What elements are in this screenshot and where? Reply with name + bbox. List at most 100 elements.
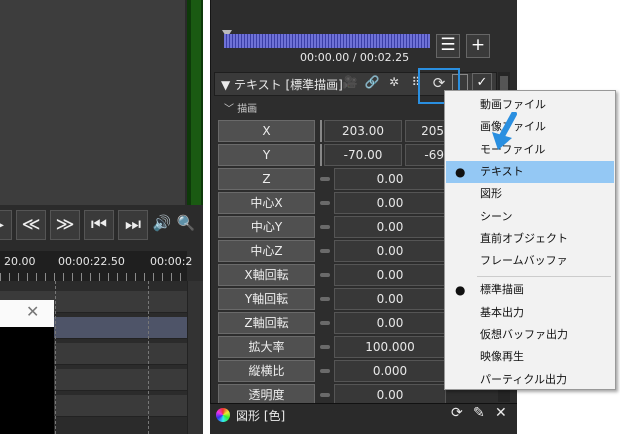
menu-check-bullet: ● bbox=[455, 283, 466, 298]
menu-item[interactable]: 直前オブジェクト bbox=[446, 228, 614, 250]
param-slider-handle[interactable] bbox=[320, 321, 330, 325]
seek-bar[interactable] bbox=[224, 34, 430, 48]
menu-separator bbox=[477, 276, 611, 277]
rewind-button[interactable]: ≪ bbox=[16, 210, 46, 240]
menu-item-label: 映像再生 bbox=[480, 350, 524, 364]
video-preview-area bbox=[0, 0, 187, 205]
param-slider-handle[interactable] bbox=[320, 393, 330, 397]
camera-icon[interactable]: 🎥 bbox=[342, 75, 358, 89]
floating-window: ✕ bbox=[0, 300, 54, 327]
menu-item[interactable]: 図形 bbox=[446, 183, 614, 205]
menu-item[interactable]: シーン bbox=[446, 206, 614, 228]
param-track-marker bbox=[320, 144, 322, 166]
param-slider-handle[interactable] bbox=[320, 369, 330, 373]
ruler-tick-label: 20.00 bbox=[4, 255, 36, 268]
param-label[interactable]: 中心Y bbox=[218, 216, 315, 238]
param-value[interactable]: 0.00 bbox=[334, 168, 446, 190]
add-button[interactable]: + bbox=[466, 34, 490, 58]
menu-item-label: 図形 bbox=[480, 187, 502, 201]
param-value[interactable]: 0.00 bbox=[334, 264, 446, 286]
timeline-scrollbar[interactable] bbox=[187, 281, 203, 434]
param-label[interactable]: Y bbox=[218, 144, 315, 166]
color-wheel-icon bbox=[216, 408, 230, 422]
param-track-marker bbox=[320, 120, 322, 142]
param-value[interactable]: 0.000 bbox=[334, 360, 446, 382]
light-icon[interactable]: ✲ bbox=[386, 75, 402, 89]
zoom-button[interactable]: 🔍 bbox=[174, 210, 198, 240]
fast-forward-button[interactable]: ≫ bbox=[50, 210, 80, 240]
param-label[interactable]: X軸回転 bbox=[218, 264, 315, 286]
menu-item-label: シーン bbox=[480, 209, 513, 223]
zoom-icon: 🔍 bbox=[176, 214, 196, 232]
param-slider-handle[interactable] bbox=[320, 297, 330, 301]
param-slider-handle[interactable] bbox=[320, 249, 330, 253]
menu-item[interactable]: ● 標準描画 bbox=[446, 279, 614, 301]
menu-item[interactable]: 仮想バッファ出力 bbox=[446, 324, 614, 346]
param-slider-handle[interactable] bbox=[320, 273, 330, 277]
menu-item[interactable]: モーファイル bbox=[446, 139, 614, 161]
volume-icon: 🔊 bbox=[152, 214, 172, 232]
filter-title[interactable]: 図形 [色] bbox=[236, 407, 285, 424]
fast-forward-icon: ≫ bbox=[55, 214, 75, 235]
param-slider-handle[interactable] bbox=[320, 201, 330, 205]
rewind-icon: ≪ bbox=[21, 214, 41, 235]
refresh-icon[interactable]: ⟳ bbox=[451, 405, 463, 421]
menu-item[interactable]: 基本出力 bbox=[446, 302, 614, 324]
param-slider-handle[interactable] bbox=[320, 177, 330, 181]
play-button[interactable]: ▶ bbox=[0, 210, 12, 240]
param-start-value[interactable]: -70.00 bbox=[324, 144, 402, 166]
close-icon[interactable]: ✕ bbox=[495, 405, 507, 421]
ruler-tick-label: 00:00:22.50 bbox=[58, 255, 125, 268]
param-label[interactable]: 拡大率 bbox=[218, 336, 315, 358]
param-slider-handle[interactable] bbox=[320, 345, 330, 349]
param-value[interactable]: 0.00 bbox=[334, 216, 446, 238]
param-label[interactable]: Z bbox=[218, 168, 315, 190]
param-label[interactable]: 縦横比 bbox=[218, 360, 315, 382]
list-button[interactable]: ☰ bbox=[436, 34, 460, 58]
menu-item-label: パーティクル出力 bbox=[480, 372, 568, 386]
param-end-value[interactable]: 205 bbox=[405, 120, 447, 142]
plus-icon: + bbox=[470, 35, 486, 55]
volume-button[interactable]: 🔊 bbox=[150, 210, 174, 240]
menu-check-bullet: ● bbox=[455, 164, 466, 179]
menu-item[interactable]: ● テキスト bbox=[446, 160, 614, 183]
go-to-start-button[interactable]: ⏮ bbox=[84, 210, 114, 240]
menu-item-label: フレームバッファ bbox=[480, 254, 568, 268]
eyedropper-icon[interactable]: ✎ bbox=[473, 405, 485, 421]
playback-time: 00:00.00 / 00:02.25 bbox=[300, 51, 410, 64]
param-label[interactable]: Z軸回転 bbox=[218, 312, 315, 334]
param-end-value[interactable]: -69 bbox=[405, 144, 447, 166]
menu-item-label: 仮想バッファ出力 bbox=[480, 328, 568, 341]
param-value[interactable]: 0.00 bbox=[334, 288, 446, 310]
param-label[interactable]: 中心Z bbox=[218, 240, 315, 262]
menu-item[interactable]: 画像ファイル bbox=[446, 116, 614, 138]
transport-bar: ▶ ≪ ≫ ⏮ ⏭ 🔊 🔍 bbox=[0, 205, 203, 245]
close-icon[interactable]: ✕ bbox=[26, 302, 39, 321]
menu-item-label: 標準描画 bbox=[480, 283, 524, 297]
timeline-ruler[interactable]: 20.00 00:00:22.50 00:00:2 bbox=[0, 251, 192, 281]
param-value[interactable]: 0.00 bbox=[334, 312, 446, 334]
param-start-value[interactable]: 203.00 bbox=[324, 120, 402, 142]
object-title[interactable]: ▼ テキスト [標準描画] bbox=[221, 76, 343, 93]
go-to-end-button[interactable]: ⏭ bbox=[118, 210, 148, 240]
menu-item-label: テキスト bbox=[480, 164, 524, 178]
section-header[interactable]: ﹀ 描画 bbox=[224, 100, 257, 115]
ruler-tick-label: 00:00:2 bbox=[150, 255, 193, 268]
menu-item[interactable]: 動画ファイル bbox=[446, 94, 614, 116]
param-label[interactable]: 中心X bbox=[218, 192, 315, 214]
param-value[interactable]: 100.000 bbox=[334, 336, 446, 358]
menu-item[interactable]: 映像再生 bbox=[446, 346, 614, 368]
to-start-icon: ⏮ bbox=[90, 214, 108, 235]
param-label[interactable]: X bbox=[218, 120, 315, 142]
param-value[interactable]: 0.00 bbox=[334, 192, 446, 214]
to-end-icon: ⏭ bbox=[124, 214, 142, 235]
arrow-annotation bbox=[492, 112, 517, 150]
menu-item[interactable]: パーティクル出力 bbox=[446, 369, 614, 391]
menu-item[interactable]: フレームバッファ bbox=[446, 250, 614, 272]
param-label[interactable]: Y軸回転 bbox=[218, 288, 315, 310]
floating-window-body bbox=[0, 327, 54, 434]
param-value[interactable]: 0.00 bbox=[334, 240, 446, 262]
param-slider-handle[interactable] bbox=[320, 225, 330, 229]
list-icon: ☰ bbox=[440, 35, 456, 55]
link-icon[interactable]: 🔗 bbox=[364, 75, 380, 89]
